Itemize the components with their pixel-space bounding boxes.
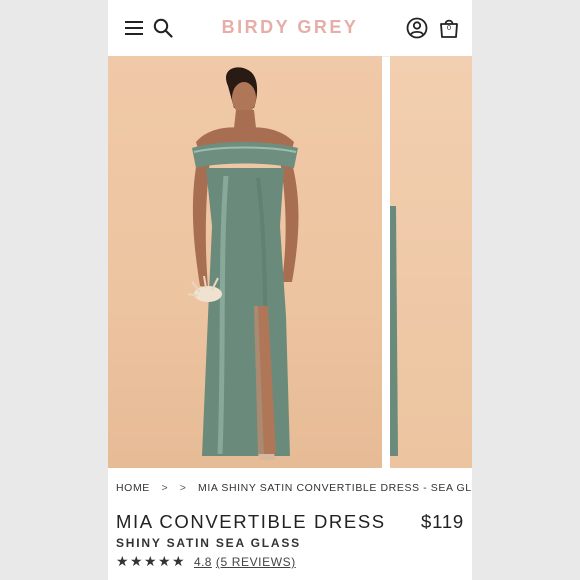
product-variant: SHINY SATIN SEA GLASS <box>116 536 301 550</box>
reviews-link[interactable]: (5 REVIEWS) <box>216 555 296 569</box>
star-icon: ★ <box>172 554 185 570</box>
image-gallery[interactable] <box>108 56 472 468</box>
star-icon: ★ <box>144 554 157 570</box>
breadcrumb-separator: > <box>161 482 169 494</box>
model-in-sea-glass-dress-photo[interactable] <box>108 56 382 468</box>
cart-count-badge: 0 <box>446 24 452 32</box>
star-icon: ★ <box>158 554 171 570</box>
rating-value[interactable]: 4.8 <box>194 555 212 569</box>
star-icon: ★ <box>130 554 143 570</box>
product-page: BIRDY GREY 0 HOME > > MIA SHINY SATIN CO… <box>108 0 472 580</box>
breadcrumb-current: MIA SHINY SATIN CONVERTIBLE DRESS - SEA … <box>197 482 472 494</box>
site-header: BIRDY GREY 0 <box>108 0 472 57</box>
breadcrumb-separator: > <box>179 482 187 494</box>
product-price: $119 <box>421 511 464 532</box>
star-icon: ★ <box>116 554 129 570</box>
product-rating[interactable]: ★ ★ ★ ★ ★ 4.8 (5 REVIEWS) <box>116 555 296 569</box>
product-title: MIA CONVERTIBLE DRESS <box>116 511 386 532</box>
breadcrumb-home[interactable]: HOME <box>116 482 150 494</box>
account-icon[interactable] <box>405 16 429 40</box>
next-product-photo-preview[interactable] <box>390 56 472 468</box>
bag-icon[interactable]: 0 <box>437 16 461 40</box>
breadcrumb: HOME > > MIA SHINY SATIN CONVERTIBLE DRE… <box>116 482 472 494</box>
pampas-bouquet <box>187 275 222 302</box>
rating-stars: ★ ★ ★ ★ ★ <box>116 555 186 569</box>
